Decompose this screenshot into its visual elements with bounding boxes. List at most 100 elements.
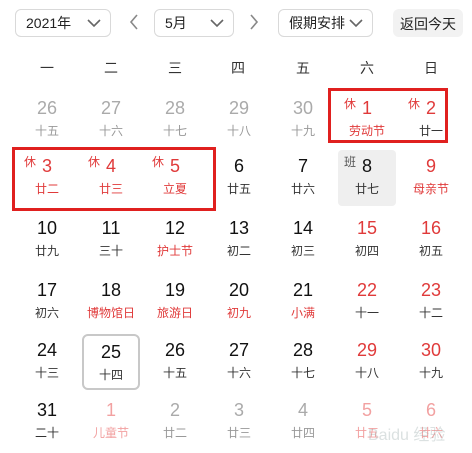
day-number: 11 (101, 218, 121, 238)
day-cell[interactable]: 19 旅游日 (146, 274, 204, 330)
day-number: 22 (356, 280, 378, 300)
day-cell[interactable]: 11 三十 (82, 212, 140, 268)
day-cell[interactable]: 6 廿五 (210, 150, 268, 206)
day-cell[interactable]: 25 十四 (82, 334, 140, 390)
lunar-date: 廿二 (162, 426, 187, 440)
day-number: 15 (356, 218, 378, 238)
day-number: 26 (36, 98, 58, 118)
day-cell[interactable]: 4 廿四 (274, 394, 332, 450)
day-number: 26 (164, 340, 186, 360)
lunar-date: 旅游日 (156, 306, 193, 320)
day-number: 30 (420, 340, 442, 360)
lunar-date: 十四 (98, 368, 123, 382)
lunar-date: 博物馆日 (86, 306, 135, 320)
day-number: 28 (164, 98, 186, 118)
lunar-date: 初四 (354, 244, 379, 258)
day-cell[interactable]: 3 廿三 (210, 394, 268, 450)
lunar-date: 十八 (226, 124, 251, 138)
day-number: 6 (233, 156, 244, 176)
lunar-date: 十八 (354, 366, 379, 380)
lunar-date: 小满 (290, 306, 315, 320)
day-cell[interactable]: 29 十八 (210, 92, 268, 148)
lunar-date: 护士节 (156, 244, 193, 258)
day-cell[interactable]: 28 十七 (146, 92, 204, 148)
lunar-date: 十一 (354, 306, 379, 320)
day-number: 10 (36, 218, 58, 238)
calendar-grid: 26 十五 27 十六 28 十七 29 十八 30 十九 1 劳动节休 2 廿一休 3 廿二休 4 廿三休 5 立夏… (0, 0, 472, 453)
day-number: 28 (292, 340, 314, 360)
day-number: 1 (105, 400, 116, 420)
day-number: 13 (228, 218, 250, 238)
day-cell[interactable]: 1 儿童节 (82, 394, 140, 450)
lunar-date: 廿九 (34, 244, 59, 258)
day-cell[interactable]: 23 十二 (402, 274, 460, 330)
day-cell[interactable]: 9 母亲节 (402, 150, 460, 206)
day-cell[interactable]: 17 初六 (18, 274, 76, 330)
lunar-date: 儿童节 (92, 426, 129, 440)
day-number: 19 (164, 280, 186, 300)
day-cell[interactable]: 10 廿九 (18, 212, 76, 268)
workday-tag: 班 (344, 155, 357, 169)
day-cell[interactable]: 12 护士节 (146, 212, 204, 268)
day-cell[interactable]: 24 十三 (18, 334, 76, 390)
day-number: 30 (292, 98, 314, 118)
day-cell[interactable]: 20 初九 (210, 274, 268, 330)
day-number: 29 (228, 98, 250, 118)
holiday-highlight-box (12, 147, 216, 211)
day-number: 27 (228, 340, 250, 360)
lunar-date: 廿四 (290, 426, 315, 440)
day-cell[interactable]: 27 十六 (210, 334, 268, 390)
day-number: 7 (297, 156, 308, 176)
day-cell[interactable]: 31 二十 (18, 394, 76, 450)
day-cell[interactable]: 26 十五 (146, 334, 204, 390)
lunar-date: 十五 (34, 124, 59, 138)
day-cell[interactable]: 28 十七 (274, 334, 332, 390)
lunar-date: 廿五 (226, 182, 251, 196)
day-number: 23 (420, 280, 442, 300)
day-cell[interactable]: 8 廿七班 (338, 150, 396, 206)
day-number: 29 (356, 340, 378, 360)
day-cell[interactable]: 15 初四 (338, 212, 396, 268)
day-cell[interactable]: 22 十一 (338, 274, 396, 330)
lunar-date: 初六 (34, 306, 59, 320)
day-cell[interactable]: 13 初二 (210, 212, 268, 268)
lunar-date: 初五 (418, 244, 443, 258)
day-number: 12 (164, 218, 186, 238)
lunar-date: 二十 (34, 426, 59, 440)
lunar-date: 十六 (226, 366, 251, 380)
lunar-date: 十九 (418, 366, 443, 380)
day-number: 25 (100, 342, 122, 362)
day-cell[interactable]: 30 十九 (402, 334, 460, 390)
day-cell[interactable]: 7 廿六 (274, 150, 332, 206)
day-number: 16 (420, 218, 442, 238)
lunar-date: 母亲节 (412, 182, 449, 196)
day-cell[interactable]: 30 十九 (274, 92, 332, 148)
lunar-date: 十九 (290, 124, 315, 138)
lunar-date: 初九 (226, 306, 251, 320)
day-cell[interactable]: 14 初三 (274, 212, 332, 268)
day-cell[interactable]: 26 十五 (18, 92, 76, 148)
day-cell[interactable]: 29 十八 (338, 334, 396, 390)
day-number: 27 (100, 98, 122, 118)
day-number: 21 (292, 280, 314, 300)
lunar-date: 十三 (34, 366, 59, 380)
day-number: 20 (228, 280, 250, 300)
day-number: 2 (169, 400, 180, 420)
day-cell[interactable]: 2 廿二 (146, 394, 204, 450)
day-number: 17 (36, 280, 58, 300)
lunar-date: 廿三 (226, 426, 251, 440)
lunar-date: 初二 (226, 244, 251, 258)
day-number: 24 (36, 340, 58, 360)
day-number: 14 (292, 218, 314, 238)
lunar-date: 三十 (98, 244, 123, 258)
lunar-date: 十六 (98, 124, 123, 138)
day-cell[interactable]: 27 十六 (82, 92, 140, 148)
day-number: 18 (100, 280, 122, 300)
lunar-date: 十五 (162, 366, 187, 380)
day-cell[interactable]: 21 小满 (274, 274, 332, 330)
lunar-date: 十七 (162, 124, 187, 138)
lunar-date: 十七 (290, 366, 315, 380)
day-cell[interactable]: 16 初五 (402, 212, 460, 268)
watermark-logo: Baidu 经验 (368, 426, 445, 444)
day-cell[interactable]: 18 博物馆日 (82, 274, 140, 330)
